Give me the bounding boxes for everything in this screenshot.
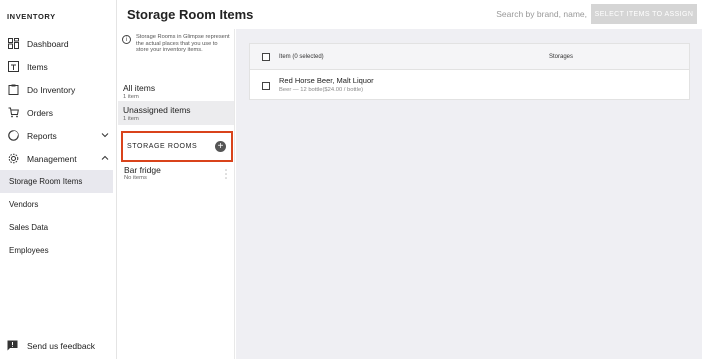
more-options-icon[interactable] [223, 167, 229, 181]
nav-item-label: Reports [27, 130, 57, 141]
nav-subitem-storage-room-items[interactable]: Storage Room Items [0, 170, 113, 193]
room-all-items[interactable]: All items 1 item [118, 71, 234, 101]
nav-item-management[interactable]: Management [0, 147, 116, 170]
page-title: Storage Room Items [127, 7, 254, 22]
nav-subitem-employees[interactable]: Employees [0, 239, 116, 262]
info-text: Storage Rooms in Glimpse represent the a… [136, 34, 230, 54]
items-table: Item (0 selected) Storages Red Horse Bee… [249, 43, 690, 100]
select-all-checkbox[interactable] [262, 52, 270, 61]
storage-rooms-panel: i Storage Rooms in Glimpse represent the… [118, 29, 235, 359]
item-name: Red Horse Beer, Malt Liquor [279, 76, 374, 85]
chevron-up-icon[interactable] [101, 154, 109, 162]
chevron-down-icon[interactable] [101, 131, 109, 139]
search-input[interactable] [491, 6, 587, 22]
item-cell: Red Horse Beer, Malt Liquor Beer — 12 bo… [279, 76, 374, 93]
feedback-label: Send us feedback [27, 341, 96, 351]
main-content: Item (0 selected) Storages Red Horse Bee… [236, 29, 702, 359]
select-items-to-assign-button[interactable]: SELECT ITEMS TO ASSIGN [591, 4, 697, 24]
side-nav: INVENTORY Dashboard Items Do Inventory O… [0, 0, 117, 359]
room-count: No items [124, 175, 147, 181]
nav-item-label: Dashboard [27, 38, 69, 49]
info-icon: i [122, 35, 131, 44]
room-count: 1 item [123, 116, 139, 122]
nav-item-label: Management [27, 153, 77, 164]
room-name: Unassigned items [123, 105, 191, 115]
room-unassigned-items[interactable]: Unassigned items 1 item [118, 101, 234, 125]
nav-subitem-vendors[interactable]: Vendors [0, 193, 116, 216]
nav-item-dashboard[interactable]: Dashboard [0, 32, 116, 55]
feedback-link[interactable]: Send us feedback [7, 340, 95, 352]
nav-item-orders[interactable]: Orders [0, 101, 116, 124]
room-bar-fridge[interactable]: Bar fridge No items [124, 165, 229, 181]
info-note: i Storage Rooms in Glimpse represent the… [118, 29, 234, 71]
feedback-icon [7, 340, 19, 352]
nav-item-items[interactable]: Items [0, 55, 116, 78]
item-detail: Beer — 12 bottle($24.00 / bottle) [279, 87, 364, 93]
column-header-storages: Storages [549, 53, 574, 60]
clipboard-icon [7, 84, 19, 96]
table-header: Item (0 selected) Storages [250, 44, 689, 70]
table-row[interactable]: Red Horse Beer, Malt Liquor Beer — 12 bo… [250, 70, 689, 99]
reports-icon [7, 130, 19, 142]
nav-item-reports[interactable]: Reports [0, 124, 116, 147]
nav-item-label: Do Inventory [27, 84, 76, 95]
nav-header: INVENTORY [7, 11, 56, 21]
top-bar: Storage Room Items SELECT ITEMS TO ASSIG… [118, 0, 702, 29]
room-name: All items [123, 83, 156, 93]
cart-icon [7, 107, 19, 119]
nav-item-label: Items [27, 61, 48, 72]
nav-subitem-sales-data[interactable]: Sales Data [0, 216, 116, 239]
storage-rooms-label: STORAGE ROOMS [127, 143, 198, 150]
dashboard-icon [7, 38, 19, 50]
gear-icon [7, 153, 19, 165]
column-header-item: Item (0 selected) [279, 53, 324, 60]
room-name: Bar fridge [124, 165, 161, 175]
add-storage-room-button[interactable]: + [215, 141, 226, 152]
row-checkbox[interactable] [262, 81, 270, 90]
room-count: 1 item [123, 94, 139, 100]
storage-rooms-header: STORAGE ROOMS + [121, 131, 233, 162]
nav-item-do-inventory[interactable]: Do Inventory [0, 78, 116, 101]
nav-item-label: Orders [27, 107, 53, 118]
items-icon [7, 61, 19, 73]
